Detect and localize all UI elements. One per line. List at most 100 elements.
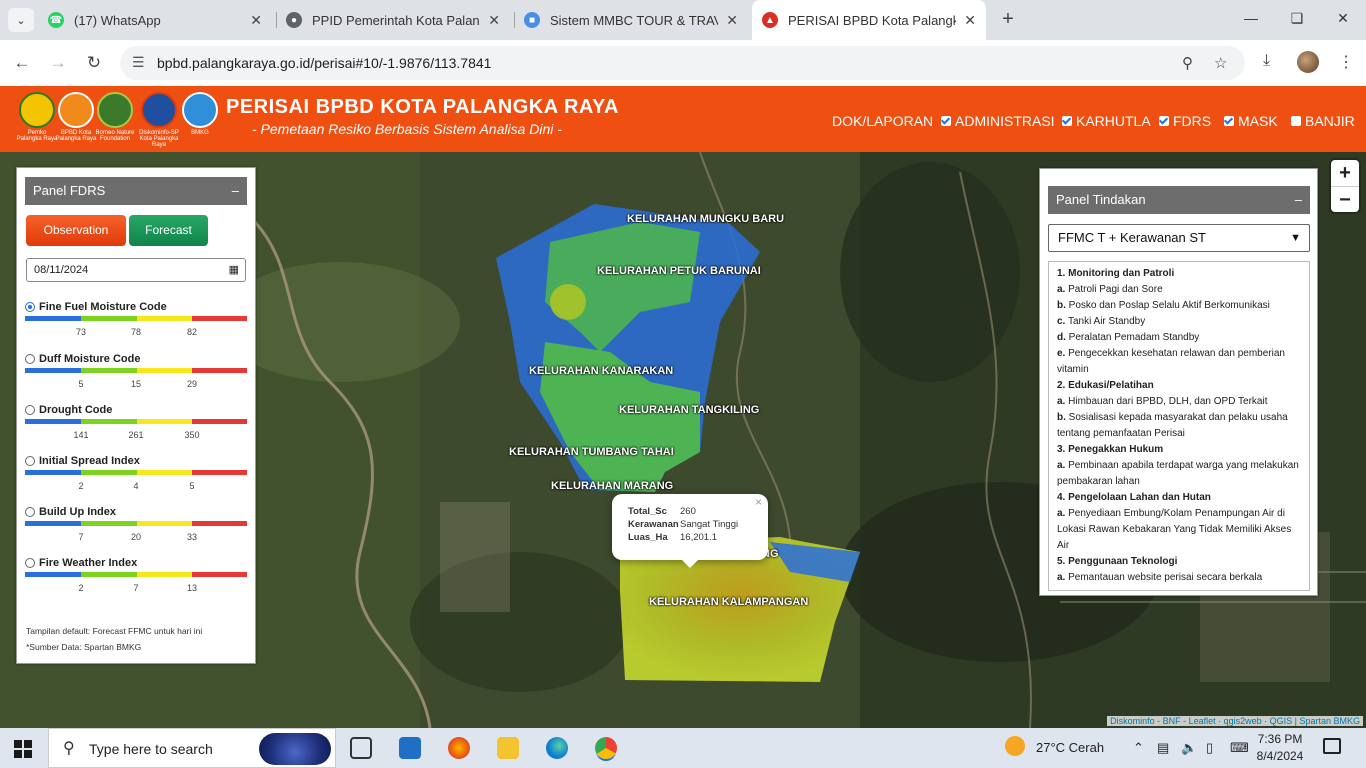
restore-window-icon[interactable]: ❏ bbox=[1282, 10, 1312, 27]
popup-row: Total_Sc 260 bbox=[628, 505, 738, 518]
observation-button[interactable]: Observation bbox=[26, 215, 126, 246]
zoom-out-button[interactable]: − bbox=[1331, 186, 1359, 212]
panel-minimize-button[interactable]: – bbox=[1295, 186, 1302, 214]
panel-tindakan: Panel Tindakan – FFMC T + Kerawanan ST ▼… bbox=[1039, 168, 1318, 596]
windows-start-icon[interactable] bbox=[14, 740, 32, 758]
logo-caption: BPBD Kota Palangka Raya bbox=[55, 130, 97, 142]
weather-sun-icon[interactable] bbox=[1005, 736, 1025, 756]
color-scale bbox=[25, 368, 247, 373]
radio-unselected-icon[interactable] bbox=[25, 405, 35, 415]
radio-unselected-icon[interactable] bbox=[25, 354, 35, 364]
feature-popup: × Total_Sc 260 Kerawanan Sangat Tinggi L… bbox=[612, 494, 768, 560]
tick: 78 bbox=[130, 327, 142, 337]
checkbox-unchecked-icon[interactable] bbox=[1291, 116, 1301, 126]
tick: 141 bbox=[73, 430, 89, 440]
action-type-select[interactable]: FFMC T + Kerawanan ST ▼ bbox=[1048, 224, 1310, 252]
close-window-icon[interactable]: ✕ bbox=[1328, 10, 1358, 27]
zoom-magnifier-icon[interactable]: ⚲ bbox=[1182, 54, 1193, 72]
tick: 15 bbox=[130, 379, 142, 389]
checkbox-checked-icon[interactable] bbox=[1062, 116, 1072, 126]
task-view-icon[interactable] bbox=[350, 737, 372, 759]
site-info-icon[interactable]: ☰ bbox=[132, 54, 145, 71]
file-explorer-icon[interactable] bbox=[497, 737, 519, 759]
new-tab-plus-icon[interactable]: + bbox=[996, 8, 1020, 31]
firefox-icon[interactable] bbox=[448, 737, 470, 759]
checkbox-checked-icon[interactable] bbox=[941, 116, 951, 126]
notification-icon[interactable] bbox=[1323, 738, 1341, 754]
mail-icon[interactable] bbox=[399, 737, 421, 759]
color-scale bbox=[25, 419, 247, 424]
radio-unselected-icon[interactable] bbox=[25, 558, 35, 568]
nav-mask[interactable]: MASK bbox=[1224, 113, 1278, 129]
profile-avatar[interactable] bbox=[1297, 51, 1319, 73]
language-icon[interactable]: ⌨ bbox=[1230, 740, 1249, 756]
battery-icon[interactable]: ▯ bbox=[1206, 740, 1213, 756]
zoom-in-button[interactable]: + bbox=[1331, 160, 1359, 186]
checkbox-checked-icon[interactable] bbox=[1224, 116, 1234, 126]
back-arrow-icon[interactable]: ← bbox=[11, 52, 33, 74]
clock-time: 7:36 PM bbox=[1257, 732, 1303, 746]
map-label-tumbang-tahai[interactable]: KELURAHAN TUMBANG TAHAI bbox=[509, 446, 674, 458]
minimize-window-icon[interactable]: — bbox=[1236, 10, 1266, 26]
select-value: FFMC T + Kerawanan ST bbox=[1058, 230, 1206, 245]
tick: 73 bbox=[75, 327, 87, 337]
close-tab-icon[interactable]: ✕ bbox=[726, 12, 738, 29]
nav-label: DOK/LAPORAN bbox=[832, 113, 934, 129]
map-attribution[interactable]: Diskominfo - BNF - Leaflet · qgis2web · … bbox=[1107, 716, 1363, 726]
weather-text[interactable]: 27°C Cerah bbox=[1036, 740, 1104, 755]
popup-close-icon[interactable]: × bbox=[755, 495, 762, 509]
radio-selected-icon[interactable] bbox=[25, 302, 35, 312]
action-item-text: Himbauan dari BPBD, DLH, dan OPD Terkait bbox=[1068, 396, 1268, 407]
tab-search-chevron-icon[interactable]: ⌄ bbox=[8, 8, 34, 32]
nav-karhutla[interactable]: KARHUTLA bbox=[1062, 113, 1151, 129]
close-tab-icon[interactable]: ✕ bbox=[488, 12, 500, 29]
panel-minimize-button[interactable]: – bbox=[232, 177, 239, 205]
nav-label: ADMINISTRASI bbox=[955, 113, 1055, 129]
nav-administrasi[interactable]: ADMINISTRASI bbox=[941, 113, 1055, 129]
tick: 5 bbox=[78, 379, 84, 389]
tab-title: Sistem MMBC TOUR & TRAVEL bbox=[550, 12, 719, 28]
color-scale bbox=[25, 470, 247, 475]
map-label-marang[interactable]: KELURAHAN MARANG bbox=[551, 480, 673, 492]
tab-ppid[interactable]: ● PPID Pemerintah Kota Palangka ✕ bbox=[276, 0, 510, 40]
tab-whatsapp[interactable]: ☎ (17) WhatsApp ✕ bbox=[38, 0, 272, 40]
forecast-button[interactable]: Forecast bbox=[129, 215, 208, 246]
radio-unselected-icon[interactable] bbox=[25, 456, 35, 466]
map-label-petuk-barunai[interactable]: KELURAHAN PETUK BARUNAI bbox=[597, 265, 761, 277]
close-tab-icon[interactable]: ✕ bbox=[964, 12, 976, 29]
close-tab-icon[interactable]: ✕ bbox=[250, 12, 262, 29]
nav-dok-laporan[interactable]: DOK/LAPORAN bbox=[832, 113, 933, 129]
download-icon[interactable]: ⤓ bbox=[1263, 52, 1270, 70]
date-input[interactable]: 08/11/2024 ▦ bbox=[26, 258, 246, 282]
tick: 4 bbox=[133, 481, 139, 491]
taskbar-clock[interactable]: 7:36 PM 8/4/2024 bbox=[1254, 731, 1306, 765]
tab-perisai[interactable]: ▲ PERISAI BPBD Kota Palangka Ra ✕ bbox=[752, 0, 986, 40]
chevron-down-icon: ▼ bbox=[1290, 232, 1301, 244]
tab-mmbc[interactable]: ■ Sistem MMBC TOUR & TRAVEL ✕ bbox=[514, 0, 748, 40]
network-icon[interactable]: ▤ bbox=[1157, 740, 1169, 756]
chrome-icon[interactable] bbox=[595, 737, 617, 759]
calendar-icon[interactable]: ▦ bbox=[229, 259, 239, 281]
popup-row: Luas_Ha 16,201.1 bbox=[628, 531, 738, 544]
map-label-mungku-baru[interactable]: KELURAHAN MUNGKU BARU bbox=[627, 213, 784, 225]
checkbox-checked-icon[interactable] bbox=[1159, 116, 1169, 126]
bookmark-star-icon[interactable]: ☆ bbox=[1214, 54, 1227, 72]
tick: 13 bbox=[186, 583, 198, 593]
forward-arrow-icon[interactable]: → bbox=[47, 52, 69, 74]
map-label-kalampangan[interactable]: KELURAHAN KALAMPANGAN bbox=[649, 596, 808, 608]
volume-icon[interactable]: 🔈 bbox=[1181, 740, 1197, 756]
map-label-tangkiling[interactable]: KELURAHAN TANGKILING bbox=[619, 404, 759, 416]
map-label-kanarakan[interactable]: KELURAHAN KANARAKAN bbox=[529, 365, 673, 377]
code-label: Duff Moisture Code bbox=[39, 353, 141, 365]
nav-fdrs[interactable]: FDRS bbox=[1159, 113, 1211, 129]
nav-label: KARHUTLA bbox=[1076, 113, 1151, 129]
edge-icon[interactable] bbox=[546, 737, 568, 759]
address-bar[interactable]: ☰ bpbd.palangkaraya.go.id/perisai#10/-1.… bbox=[120, 46, 1245, 80]
nav-banjir[interactable]: BANJIR bbox=[1291, 113, 1355, 129]
action-item-text: Pemantauan website perisai secara berkal… bbox=[1068, 572, 1263, 583]
chevron-up-icon[interactable]: ⌃ bbox=[1133, 740, 1144, 756]
taskbar-search-box[interactable]: ⚲ Type here to search bbox=[48, 728, 336, 768]
browser-menu-icon[interactable]: ⋮ bbox=[1338, 52, 1354, 72]
radio-unselected-icon[interactable] bbox=[25, 507, 35, 517]
reload-icon[interactable]: ↻ bbox=[83, 52, 105, 74]
